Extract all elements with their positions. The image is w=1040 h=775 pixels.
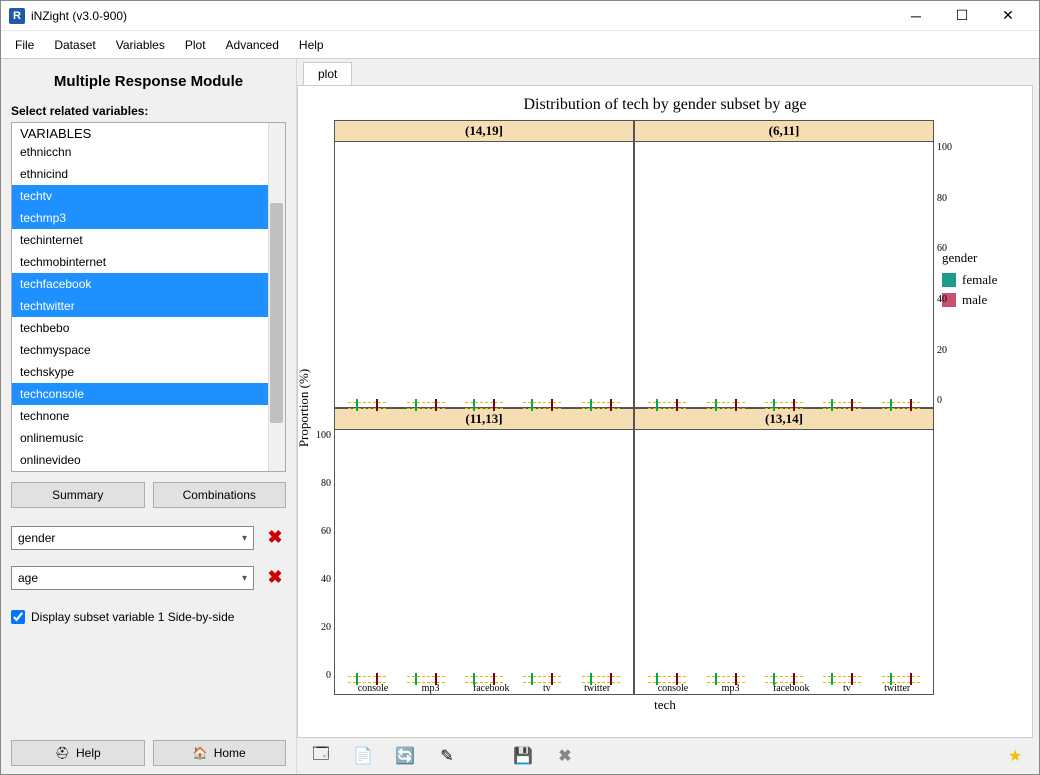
menu-plot[interactable]: Plot bbox=[175, 34, 216, 56]
titlebar: R iNZight (v3.0-900) ─ ☐ ✕ bbox=[1, 1, 1039, 31]
clear-subset1-button[interactable]: ✖ bbox=[264, 527, 286, 549]
plot-toolbar: 🗔 📄 🔄 ✎ 💾 ✖ ★ bbox=[297, 738, 1039, 774]
menubar: File Dataset Variables Plot Advanced Hel… bbox=[1, 31, 1039, 59]
minimize-button[interactable]: ─ bbox=[893, 1, 939, 31]
clear-subset2-button[interactable]: ✖ bbox=[264, 567, 286, 589]
close-plot-icon[interactable]: ✖ bbox=[555, 746, 575, 766]
menu-advanced[interactable]: Advanced bbox=[216, 34, 289, 56]
variable-item[interactable]: techbebo bbox=[12, 317, 285, 339]
menu-variables[interactable]: Variables bbox=[106, 34, 175, 56]
facet-body: 020406080100 bbox=[335, 430, 633, 682]
variable-item[interactable]: onlinevideo bbox=[12, 449, 285, 471]
new-plot-icon[interactable]: 🗔 bbox=[311, 746, 331, 766]
menu-help[interactable]: Help bbox=[289, 34, 334, 56]
facet-body: 020406080100 bbox=[635, 142, 933, 407]
variable-item[interactable]: techskype bbox=[12, 361, 285, 383]
variable-item[interactable]: techmp3 bbox=[12, 207, 285, 229]
summary-button[interactable]: Summary bbox=[11, 482, 145, 508]
combinations-button[interactable]: Combinations bbox=[153, 482, 287, 508]
variable-item[interactable]: ethnicind bbox=[12, 163, 285, 185]
refresh-icon[interactable]: 🔄 bbox=[395, 746, 415, 766]
menu-dataset[interactable]: Dataset bbox=[44, 34, 105, 56]
subset2-value: age bbox=[18, 571, 38, 585]
close-button[interactable]: ✕ bbox=[985, 1, 1031, 31]
facet-panel: (13,14]consolemp3facebooktvtwitter bbox=[634, 408, 934, 696]
x-axis-label: tech bbox=[306, 697, 1024, 713]
variable-item[interactable]: technone bbox=[12, 405, 285, 427]
variable-item[interactable]: techinternet bbox=[12, 229, 285, 251]
variable-item[interactable]: ethnicchn bbox=[12, 141, 285, 163]
save-icon[interactable]: 💾 bbox=[513, 746, 533, 766]
facet-body bbox=[635, 430, 933, 682]
facet-body bbox=[335, 142, 633, 407]
home-icon: 🏠 bbox=[193, 746, 208, 760]
scroll-thumb[interactable] bbox=[270, 203, 283, 423]
sidebar: Multiple Response Module Select related … bbox=[1, 59, 297, 774]
home-button[interactable]: 🏠 Home bbox=[153, 740, 287, 766]
subset1-select[interactable]: gender ▾ bbox=[11, 526, 254, 550]
plot-canvas: Distribution of tech by gender subset by… bbox=[297, 85, 1033, 738]
variable-item[interactable]: techfacebook bbox=[12, 273, 285, 295]
facet-panel: (11,13]020406080100consolemp3facebooktvt… bbox=[334, 408, 634, 696]
side-by-side-label: Display subset variable 1 Side-by-side bbox=[31, 610, 234, 624]
variable-item[interactable]: techmobinternet bbox=[12, 251, 285, 273]
variable-item[interactable]: techconsole bbox=[12, 383, 285, 405]
maximize-button[interactable]: ☐ bbox=[939, 1, 985, 31]
facet-header: (11,13] bbox=[335, 409, 633, 430]
edit-icon[interactable]: ✎ bbox=[437, 746, 457, 766]
variables-header: VARIABLES bbox=[12, 123, 285, 141]
new-page-icon[interactable]: 📄 bbox=[353, 746, 373, 766]
side-by-side-checkbox[interactable] bbox=[11, 610, 25, 624]
variable-item[interactable]: onlinemusic bbox=[12, 427, 285, 449]
facet-header: (13,14] bbox=[635, 409, 933, 430]
app-icon: R bbox=[9, 8, 25, 24]
facet-panel: (6,11]020406080100 bbox=[634, 120, 934, 408]
plot-area: plot Distribution of tech by gender subs… bbox=[297, 59, 1039, 774]
chart-title: Distribution of tech by gender subset by… bbox=[306, 96, 1024, 114]
facet-header: (6,11] bbox=[635, 121, 933, 142]
facet-header: (14,19] bbox=[335, 121, 633, 142]
variable-item[interactable]: techtwitter bbox=[12, 295, 285, 317]
chevron-down-icon: ▾ bbox=[242, 533, 247, 544]
chevron-down-icon: ▾ bbox=[242, 573, 247, 584]
tab-plot[interactable]: plot bbox=[303, 62, 352, 85]
subset2-select[interactable]: age ▾ bbox=[11, 566, 254, 590]
window-title: iNZight (v3.0-900) bbox=[31, 9, 893, 23]
variable-item[interactable]: techtv bbox=[12, 185, 285, 207]
subset1-value: gender bbox=[18, 531, 55, 545]
module-title: Multiple Response Module bbox=[11, 73, 286, 90]
variables-list[interactable]: VARIABLES ethnicchnethnicindtechtvtechmp… bbox=[11, 122, 286, 472]
menu-file[interactable]: File bbox=[5, 34, 44, 56]
y-axis-label: Proportion (%) bbox=[296, 368, 312, 446]
help-button[interactable]: ⛑ Help bbox=[11, 740, 145, 766]
select-variables-label: Select related variables: bbox=[11, 104, 286, 118]
scrollbar[interactable] bbox=[268, 123, 285, 471]
star-icon[interactable]: ★ bbox=[1005, 746, 1025, 766]
variable-item[interactable]: techmyspace bbox=[12, 339, 285, 361]
life-ring-icon: ⛑ bbox=[55, 746, 70, 760]
facet-panel: (14,19] bbox=[334, 120, 634, 408]
